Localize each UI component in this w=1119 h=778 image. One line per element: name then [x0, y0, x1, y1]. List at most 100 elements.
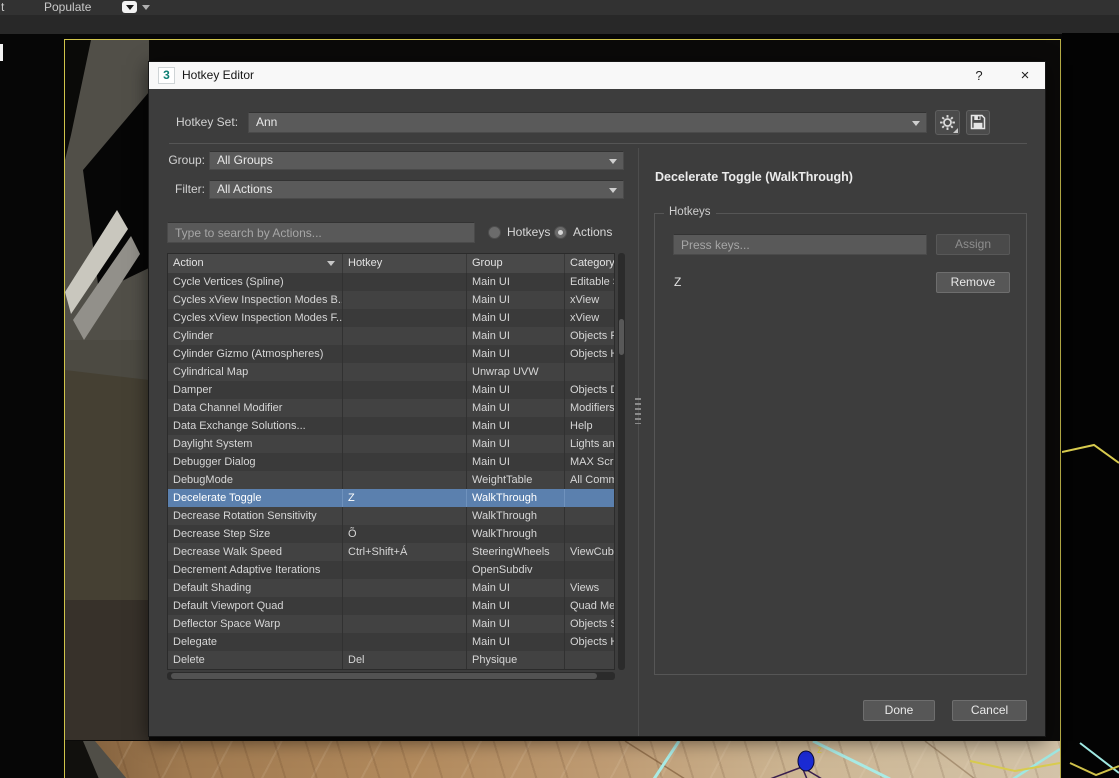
table-cell: SteeringWheels — [467, 543, 565, 561]
close-icon[interactable]: × — [1013, 65, 1037, 86]
chevron-down-icon — [912, 121, 920, 126]
table-row[interactable]: DebugModeWeightTableAll Comma — [168, 471, 614, 489]
table-cell: Default Viewport Quad — [168, 597, 343, 615]
menu-item-populate[interactable]: Populate — [44, 0, 91, 14]
group-dropdown[interactable]: All Groups — [209, 151, 624, 170]
table-cell — [343, 417, 467, 435]
table-row[interactable]: Daylight SystemMain UILights and — [168, 435, 614, 453]
column-header-group[interactable]: Group — [467, 254, 565, 273]
table-row[interactable]: Decrease Rotation SensitivityWalkThrough — [168, 507, 614, 525]
hotkey-set-dropdown[interactable]: Ann — [248, 112, 927, 133]
table-cell — [565, 525, 614, 543]
toolbar-band — [0, 15, 1119, 34]
table-row[interactable]: Default ShadingMain UIViews — [168, 579, 614, 597]
cancel-button[interactable]: Cancel — [952, 700, 1027, 721]
column-header-category[interactable]: Category — [565, 254, 614, 273]
table-cell: Main UI — [467, 273, 565, 291]
table-cell: Objects Pr — [565, 327, 614, 345]
save-hotkey-set-button[interactable] — [966, 110, 990, 135]
table-row[interactable]: Decelerate ToggleZWalkThrough — [168, 489, 614, 507]
search-input[interactable] — [167, 222, 475, 243]
table-cell: Objects H — [565, 633, 614, 651]
menu-bar: t Populate — [0, 0, 1119, 15]
assigned-key-value: Z — [674, 275, 681, 289]
table-row[interactable]: Default Viewport Quad Main UIQuad Men — [168, 597, 614, 615]
press-keys-input[interactable] — [673, 234, 927, 255]
table-row[interactable]: Decrement Adaptive IterationsOpenSubdiv — [168, 561, 614, 579]
assign-button[interactable]: Assign — [936, 234, 1010, 255]
vertical-scrollbar-thumb[interactable] — [619, 319, 624, 355]
radio-button-icon[interactable] — [488, 226, 501, 239]
column-header-action[interactable]: Action — [168, 254, 343, 273]
scene-wall-geometry — [65, 40, 149, 740]
table-cell: Cylinder Gizmo (Atmospheres) — [168, 345, 343, 363]
table-row[interactable]: Decrease Step SizeÕWalkThrough — [168, 525, 614, 543]
scene-biped-marker[interactable] — [798, 751, 814, 771]
horizontal-scrollbar[interactable] — [167, 672, 615, 680]
table-cell: Objects S — [565, 615, 614, 633]
table-row[interactable]: Debugger DialogMain UIMAX Scrip — [168, 453, 614, 471]
table-row[interactable]: Data Channel ModifierMain UIModifiers — [168, 399, 614, 417]
table-row[interactable]: Cycles xView Inspection Modes B...Main U… — [168, 291, 614, 309]
table-row[interactable]: Data Exchange Solutions...Main UIHelp — [168, 417, 614, 435]
help-button[interactable]: ? — [967, 65, 991, 86]
table-cell: Main UI — [467, 381, 565, 399]
table-cell — [565, 363, 614, 381]
scene-marker-label: z — [817, 745, 822, 756]
flyout-corner-icon — [953, 128, 958, 133]
group-label: Group: — [163, 153, 205, 167]
table-cell: Main UI — [467, 597, 565, 615]
radio-hotkeys[interactable]: Hotkeys — [488, 225, 550, 239]
table-cell: Quad Men — [565, 597, 614, 615]
horizontal-scrollbar-thumb[interactable] — [171, 673, 597, 679]
table-cell: Cylinder — [168, 327, 343, 345]
table-cell: Main UI — [467, 417, 565, 435]
vertical-scrollbar[interactable] — [618, 253, 625, 670]
dialog-title: Hotkey Editor — [182, 68, 254, 82]
table-cell — [343, 453, 467, 471]
dialog-title-bar[interactable]: 3 Hotkey Editor ? × — [149, 62, 1045, 89]
table-cell: Ctrl+Shift+Á — [343, 543, 467, 561]
table-cell: Main UI — [467, 399, 565, 417]
table-cell: Main UI — [467, 453, 565, 471]
table-row[interactable]: Decrease Walk SpeedCtrl+Shift+ÁSteeringW… — [168, 543, 614, 561]
actions-table-body: Cycle Vertices (Spline)Main UIEditable S… — [168, 273, 614, 669]
selected-action-heading: Decelerate Toggle (WalkThrough) — [655, 170, 853, 184]
table-row[interactable]: CylinderMain UIObjects Pr — [168, 327, 614, 345]
menu-item-fragment[interactable]: t — [1, 0, 4, 14]
table-cell: Main UI — [467, 435, 565, 453]
column-header-hotkey[interactable]: Hotkey — [343, 254, 467, 273]
filter-dropdown[interactable]: All Actions — [209, 180, 624, 199]
table-cell: xView — [565, 291, 614, 309]
table-row[interactable]: Cylindrical MapUnwrap UVW — [168, 363, 614, 381]
hotkey-set-options-button[interactable] — [935, 110, 960, 135]
separator-line — [169, 143, 1027, 144]
radio-button-icon[interactable] — [554, 226, 567, 239]
table-cell: Main UI — [467, 633, 565, 651]
table-cell: Modifiers — [565, 399, 614, 417]
actions-table-header[interactable]: ActionHotkeyGroupCategory — [168, 254, 614, 273]
table-row[interactable]: DelegateMain UIObjects H — [168, 633, 614, 651]
done-button[interactable]: Done — [863, 700, 935, 721]
table-cell: Damper — [168, 381, 343, 399]
table-row[interactable]: DeleteDelPhysique — [168, 651, 614, 669]
radio-actions[interactable]: Actions — [554, 225, 612, 239]
workspace-icon[interactable] — [122, 1, 137, 13]
table-row[interactable]: Cycle Vertices (Spline)Main UIEditable S — [168, 273, 614, 291]
chevron-down-icon[interactable] — [142, 5, 150, 10]
table-cell — [343, 507, 467, 525]
hotkeys-groupbox-title: Hotkeys — [664, 206, 716, 218]
table-cell: Decrease Walk Speed — [168, 543, 343, 561]
table-row[interactable]: Cylinder Gizmo (Atmospheres)Main UIObjec… — [168, 345, 614, 363]
remove-button[interactable]: Remove — [936, 272, 1010, 293]
table-cell — [343, 579, 467, 597]
chevron-down-icon — [609, 188, 617, 193]
hotkey-set-label: Hotkey Set: — [176, 115, 238, 129]
table-cell: Main UI — [467, 579, 565, 597]
table-row[interactable]: Deflector Space WarpMain UIObjects S — [168, 615, 614, 633]
right-scene-lines — [1062, 33, 1119, 778]
table-cell: Z — [343, 489, 467, 507]
panel-divider-handle[interactable] — [635, 398, 641, 424]
table-row[interactable]: Cycles xView Inspection Modes F...Main U… — [168, 309, 614, 327]
table-row[interactable]: DamperMain UIObjects D — [168, 381, 614, 399]
